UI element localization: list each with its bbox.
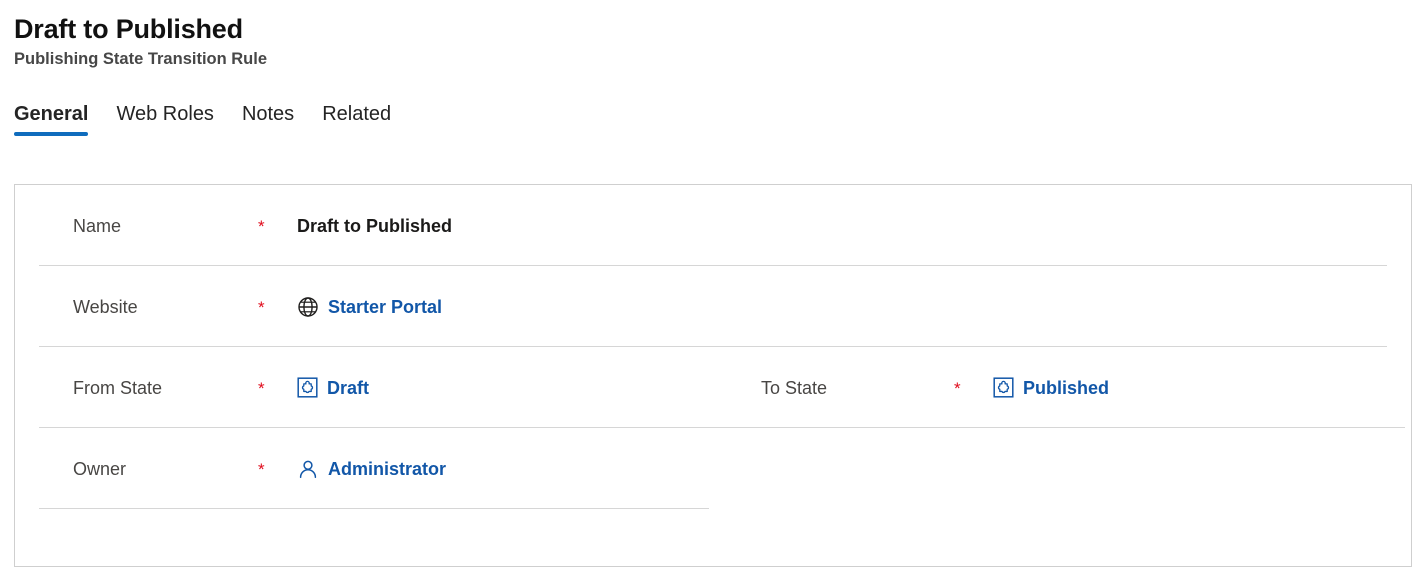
field-from-state-required-marker: * xyxy=(258,378,265,398)
page-title: Draft to Published xyxy=(14,14,243,44)
field-to-state-label: To State xyxy=(761,377,828,398)
form-row-owner: Owner * Administrator xyxy=(15,428,1411,509)
field-to-state-value-link[interactable]: Published xyxy=(1023,376,1109,400)
form-row-name: Name * Draft to Published xyxy=(15,185,1411,266)
tab-strip: General Web Roles Notes Related xyxy=(0,92,1426,136)
field-website-value-wrap[interactable]: Starter Portal xyxy=(297,295,442,319)
tab-web-roles-label: Web Roles xyxy=(116,103,214,125)
field-to-state-value-wrap[interactable]: Published xyxy=(993,376,1109,400)
field-owner-value-link[interactable]: Administrator xyxy=(328,457,446,481)
field-from-state-value-wrap[interactable]: Draft xyxy=(297,376,369,400)
tab-web-roles[interactable]: Web Roles xyxy=(102,102,227,136)
field-name-label: Name xyxy=(73,215,122,236)
general-tab-panel: Name * Draft to Published Website * Star… xyxy=(14,184,1412,567)
field-name: Name * Draft to Published xyxy=(15,185,1393,266)
field-to-state: To State * Published xyxy=(713,347,1411,428)
field-name-value-wrap[interactable]: Draft to Published xyxy=(297,214,452,238)
form-fields-container: Name * Draft to Published Website * Star… xyxy=(15,185,1411,509)
field-from-state-label: From State xyxy=(73,377,163,398)
field-name-required-marker: * xyxy=(258,216,265,236)
tab-related[interactable]: Related xyxy=(308,102,405,136)
field-from-state-value-link[interactable]: Draft xyxy=(327,376,369,400)
field-owner-value-wrap[interactable]: Administrator xyxy=(297,457,446,481)
field-from-state: From State * Draft xyxy=(15,347,1405,428)
field-website-required-marker: * xyxy=(258,297,265,317)
field-website-value-link[interactable]: Starter Portal xyxy=(328,295,442,319)
form-row-website: Website * Starter Portal xyxy=(15,266,1411,347)
field-website: Website * Starter Portal xyxy=(15,266,1393,347)
person-icon xyxy=(297,458,319,480)
page-subtitle: Publishing State Transition Rule xyxy=(14,50,268,68)
tab-general[interactable]: General xyxy=(14,102,102,136)
tab-active-indicator xyxy=(14,132,89,136)
tab-notes[interactable]: Notes xyxy=(228,102,308,136)
tab-related-label: Related xyxy=(322,103,392,125)
tab-general-label: General xyxy=(14,103,89,125)
field-to-state-required-marker: * xyxy=(954,378,961,398)
globe-icon xyxy=(297,296,319,318)
tab-notes-label: Notes xyxy=(241,103,295,125)
entity-record-icon xyxy=(993,377,1014,398)
field-owner: Owner * Administrator xyxy=(15,428,715,509)
page-header: Draft to Published Publishing State Tran… xyxy=(0,0,1426,70)
field-owner-required-marker: * xyxy=(258,459,265,479)
entity-record-icon xyxy=(297,377,318,398)
field-website-label: Website xyxy=(73,296,138,317)
field-name-value: Draft to Published xyxy=(297,215,453,236)
form-row-states: From State * Draft To State * Published xyxy=(15,347,1411,428)
field-owner-divider xyxy=(39,508,709,509)
field-owner-label: Owner xyxy=(73,458,127,479)
